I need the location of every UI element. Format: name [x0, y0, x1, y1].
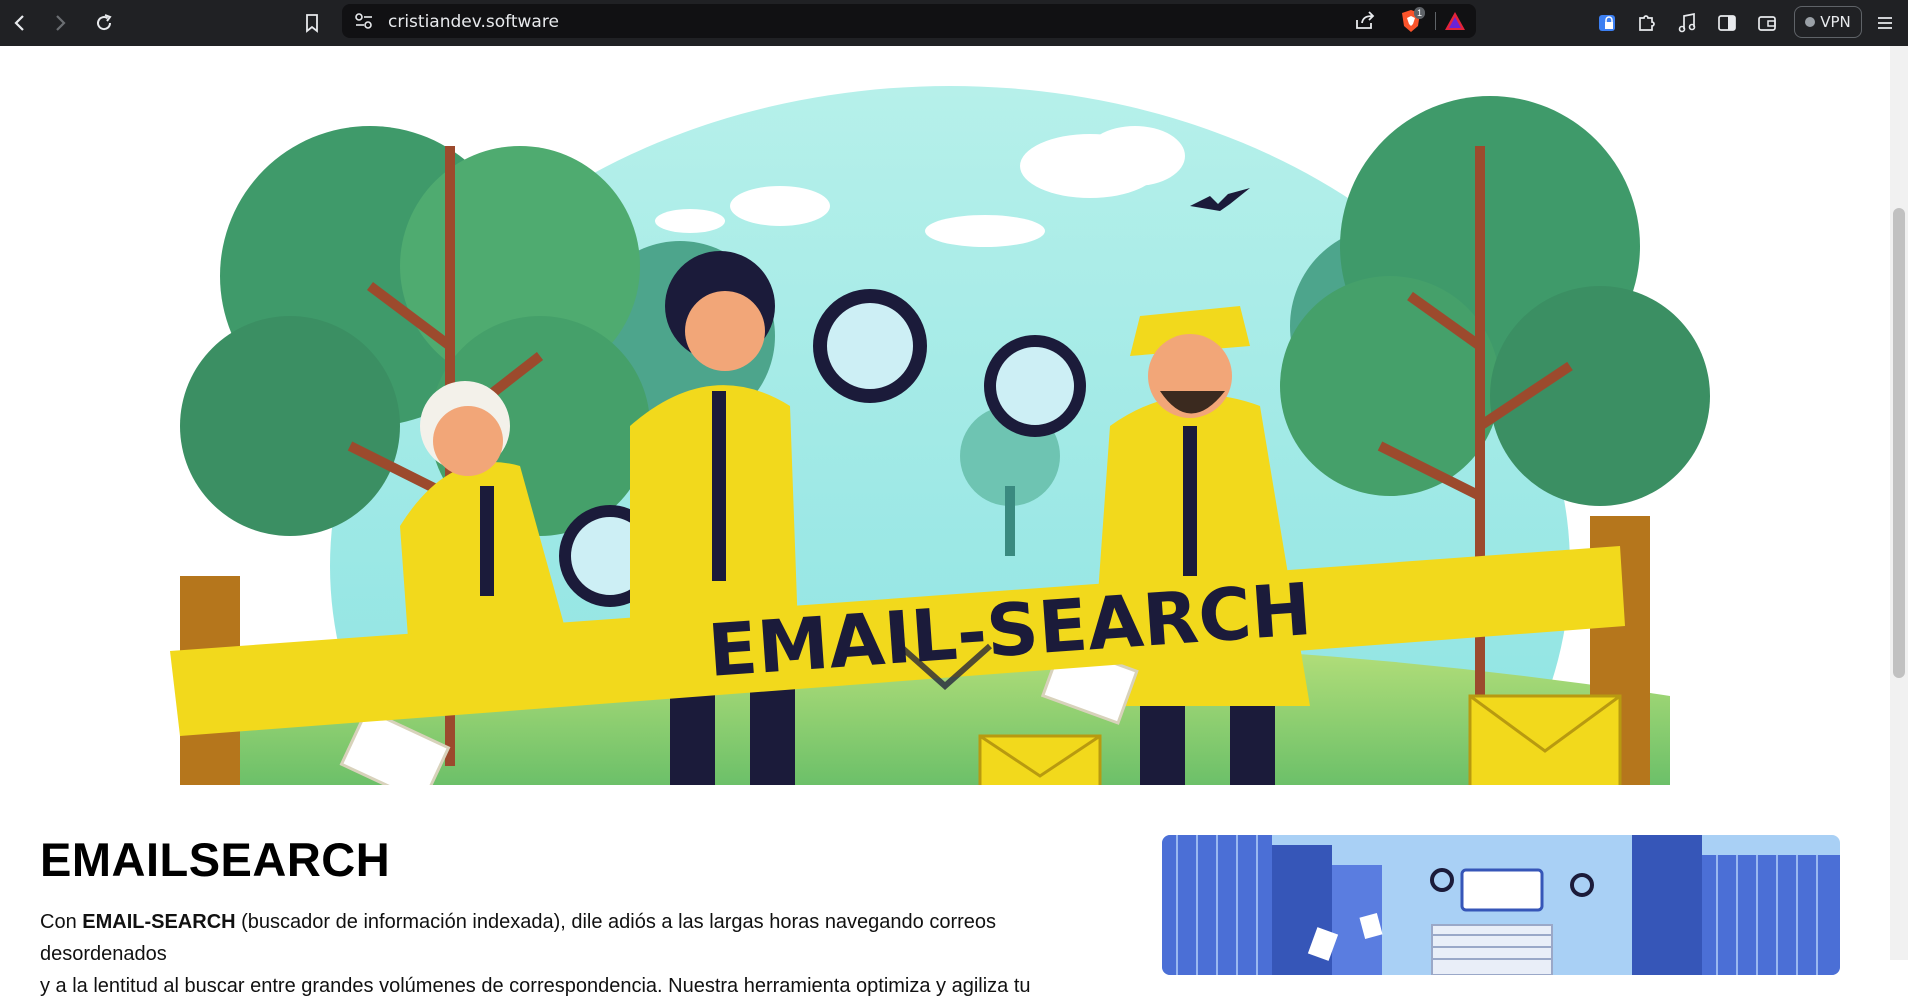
browser-toolbar: cristiandev.software 1 VPN: [0, 0, 1908, 46]
brave-rewards-icon[interactable]: [1444, 11, 1466, 31]
extension-bitwarden[interactable]: [1594, 10, 1620, 36]
para-bold-product: EMAIL-SEARCH: [82, 911, 236, 933]
wallet-icon: [1758, 16, 1776, 31]
share-icon[interactable]: [1354, 11, 1376, 31]
brave-shield-button[interactable]: 1: [1400, 7, 1426, 33]
vpn-status-icon: [1805, 17, 1816, 27]
address-bar[interactable]: cristiandev.software 1: [342, 4, 1476, 38]
hero-illustration: EMAIL-SEARCH: [150, 46, 1740, 785]
forward-button[interactable]: [46, 9, 74, 37]
city-illustration: [1162, 835, 1840, 975]
reload-button[interactable]: [90, 9, 118, 37]
url-text[interactable]: cristiandev.software: [388, 12, 559, 32]
divider: [1435, 12, 1436, 30]
vpn-button[interactable]: VPN: [1794, 6, 1862, 38]
extensions-button[interactable]: [1634, 10, 1660, 36]
wallet-button[interactable]: [1754, 10, 1780, 36]
scrollbar-thumb[interactable]: [1893, 208, 1905, 678]
hero-illustration-art: EMAIL-SEARCH: [150, 46, 1740, 785]
hamburger-menu-icon: [1878, 17, 1892, 29]
sidebar-icon: [1718, 15, 1736, 31]
para-prefix: Con: [40, 911, 83, 933]
section-title: EMAILSEARCH: [40, 833, 391, 886]
sidebar-toggle-button[interactable]: [1714, 10, 1740, 36]
chevron-left-icon: [14, 15, 24, 31]
shield-lock-icon: [1599, 15, 1615, 31]
chevron-right-icon: [56, 15, 66, 31]
back-button[interactable]: [6, 9, 34, 37]
puzzle-icon: [1639, 15, 1655, 31]
city-illustration-art: [1162, 835, 1840, 975]
media-button[interactable]: [1674, 10, 1700, 36]
section-paragraph: Con EMAIL-SEARCH (buscador de informació…: [40, 906, 1120, 1002]
page-scrollbar[interactable]: [1890, 46, 1908, 960]
para-line2: y a la lentitud al buscar entre grandes …: [40, 975, 1031, 997]
vpn-label: VPN: [1820, 13, 1851, 31]
bookmark-button[interactable]: [298, 9, 326, 37]
site-settings-icon[interactable]: [354, 12, 374, 30]
shield-count-badge: 1: [1414, 7, 1426, 19]
music-note-icon: [1678, 12, 1696, 33]
reload-icon: [97, 14, 112, 31]
bookmark-icon: [306, 14, 318, 33]
main-menu-button[interactable]: [1872, 10, 1898, 36]
